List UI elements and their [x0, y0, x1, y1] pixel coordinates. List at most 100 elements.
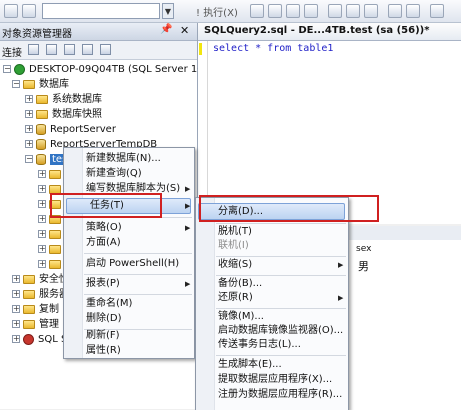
folder-icon: [36, 94, 48, 104]
menu-item-properties[interactable]: 属性(R): [86, 344, 121, 358]
collapse-icon[interactable]: −: [25, 155, 33, 163]
toolbar-button-9[interactable]: [364, 4, 378, 18]
stop-icon[interactable]: [64, 44, 75, 55]
expand-icon[interactable]: +: [12, 305, 20, 313]
tree-item-management[interactable]: + 管理: [12, 318, 59, 332]
expand-icon[interactable]: +: [12, 275, 20, 283]
toolbar-button-12[interactable]: [430, 4, 444, 18]
filter-icon[interactable]: [82, 44, 93, 55]
menu-item-policies[interactable]: 策略(O): [86, 221, 122, 235]
results-cell[interactable]: 男: [358, 258, 369, 274]
toolbar-button-4[interactable]: [268, 4, 282, 18]
expand-icon[interactable]: +: [12, 335, 20, 343]
folder-icon: [23, 304, 35, 314]
object-explorer-title: 对象资源管理器: [2, 29, 72, 40]
menu-item-extract-data-tier-app[interactable]: 提取数据层应用程序(X)...: [218, 373, 332, 387]
collapse-icon[interactable]: −: [12, 80, 20, 88]
menu-separator: [216, 256, 346, 257]
menu-item-take-offline[interactable]: 脱机(T): [218, 225, 252, 239]
toolbar-button-3[interactable]: [250, 4, 264, 18]
menu-separator: [216, 355, 346, 356]
expand-icon[interactable]: +: [38, 215, 46, 223]
menu-item-bring-online[interactable]: 联机(I): [218, 239, 249, 253]
tree-item-replication[interactable]: + 复制: [12, 303, 59, 317]
expand-icon[interactable]: +: [25, 110, 33, 118]
connect-button[interactable]: 连接: [2, 44, 22, 59]
menu-item-new-database[interactable]: 新建数据库(N)...: [86, 152, 161, 166]
menu-item-launch-mirroring-monitor[interactable]: 启动数据库镜像监视器(O)...: [218, 324, 343, 338]
toolbar-button-6[interactable]: [304, 4, 318, 18]
chevron-down-icon[interactable]: ▼: [162, 3, 174, 19]
expand-icon[interactable]: +: [38, 260, 46, 268]
menu-item-facets[interactable]: 方面(A): [86, 236, 121, 250]
expand-icon[interactable]: +: [38, 245, 46, 253]
expand-icon[interactable]: +: [38, 185, 46, 193]
menu-item-rename[interactable]: 重命名(M): [86, 297, 132, 311]
toolbar-button-10[interactable]: [388, 4, 402, 18]
expand-icon[interactable]: +: [12, 320, 20, 328]
collapse-icon[interactable]: −: [3, 65, 11, 73]
expand-icon[interactable]: +: [38, 230, 46, 238]
tree-item-child[interactable]: +: [38, 243, 65, 257]
pin-icon[interactable]: 📌: [160, 24, 172, 35]
menu-item-new-query[interactable]: 新建查询(Q): [86, 167, 142, 181]
menu-item-backup[interactable]: 备份(B)...: [218, 277, 262, 291]
toolbar-button-1[interactable]: [4, 4, 18, 18]
annotation-highlight-detach: [199, 195, 379, 222]
tree-item-reportserver[interactable]: + ReportServer: [25, 123, 116, 137]
tree-item-database-snapshots[interactable]: + 数据库快照: [25, 108, 102, 122]
menu-gutter: [196, 198, 215, 410]
menu-item-mirror[interactable]: 镜像(M)...: [218, 310, 264, 324]
menu-item-delete[interactable]: 删除(D): [86, 312, 122, 326]
menu-separator: [216, 223, 346, 224]
connect-icon[interactable]: [28, 44, 39, 55]
toolbar-button-5[interactable]: [286, 4, 300, 18]
expand-icon[interactable]: +: [25, 95, 33, 103]
annotation-highlight-tasks: [50, 193, 162, 218]
tree-item-child[interactable]: +: [38, 228, 65, 242]
server-icon: [14, 63, 25, 75]
expand-icon[interactable]: +: [25, 140, 33, 148]
menu-item-start-powershell[interactable]: 启动 PowerShell(H): [86, 257, 179, 271]
menu-item-ship-transaction-logs[interactable]: 传送事务日志(L)...: [218, 338, 301, 352]
changed-line-marker: [199, 43, 202, 55]
folder-icon: [49, 229, 61, 239]
tree-item-child[interactable]: +: [38, 168, 65, 182]
menu-item-refresh[interactable]: 刷新(F): [86, 329, 120, 343]
object-explorer-title-bar: 对象资源管理器 📌 ✕: [0, 23, 197, 41]
menu-separator: [216, 308, 346, 309]
folder-icon: [23, 274, 35, 284]
menu-item-restore[interactable]: 还原(R): [218, 291, 253, 305]
execute-button[interactable]: ! 执行(X): [196, 4, 238, 19]
menu-item-reports[interactable]: 报表(P): [86, 277, 120, 291]
close-icon[interactable]: ✕: [180, 24, 189, 37]
database-icon: [36, 138, 46, 150]
disconnect-icon[interactable]: [46, 44, 57, 55]
query-code[interactable]: select * from table1: [213, 43, 333, 54]
database-icon: [36, 123, 46, 135]
folder-icon: [49, 169, 61, 179]
submenu-arrow-icon: ▶: [185, 280, 191, 288]
submenu-arrow-icon: ▶: [338, 261, 344, 269]
menu-item-shrink[interactable]: 收缩(S): [218, 258, 252, 272]
database-combo[interactable]: [42, 3, 160, 19]
tree-item-system-databases[interactable]: + 系统数据库: [25, 93, 102, 107]
refresh-icon[interactable]: [100, 44, 111, 55]
tree-item-databases[interactable]: − 数据库: [12, 78, 69, 92]
menu-separator: [84, 274, 192, 275]
menu-item-generate-scripts[interactable]: 生成脚本(E)...: [218, 358, 282, 372]
expand-icon[interactable]: +: [38, 200, 46, 208]
toolbar-button-7[interactable]: [328, 4, 342, 18]
expand-icon[interactable]: +: [25, 125, 33, 133]
tree-item-security[interactable]: + 安全性: [12, 273, 69, 287]
menu-item-register-data-tier-app[interactable]: 注册为数据层应用程序(R)...: [218, 388, 342, 402]
toolbar-button-2[interactable]: [22, 4, 36, 18]
expand-icon[interactable]: +: [38, 170, 46, 178]
toolbar-button-8[interactable]: [346, 4, 360, 18]
folder-icon: [49, 244, 61, 254]
tree-item-child[interactable]: +: [38, 258, 65, 272]
toolbar-button-11[interactable]: [406, 4, 420, 18]
expand-icon[interactable]: +: [12, 290, 20, 298]
query-tab-label: SQLQuery2.sql - DE...4TB.test (sa (56))*: [204, 25, 430, 36]
query-tab[interactable]: SQLQuery2.sql - DE...4TB.test (sa (56))*: [198, 23, 461, 41]
